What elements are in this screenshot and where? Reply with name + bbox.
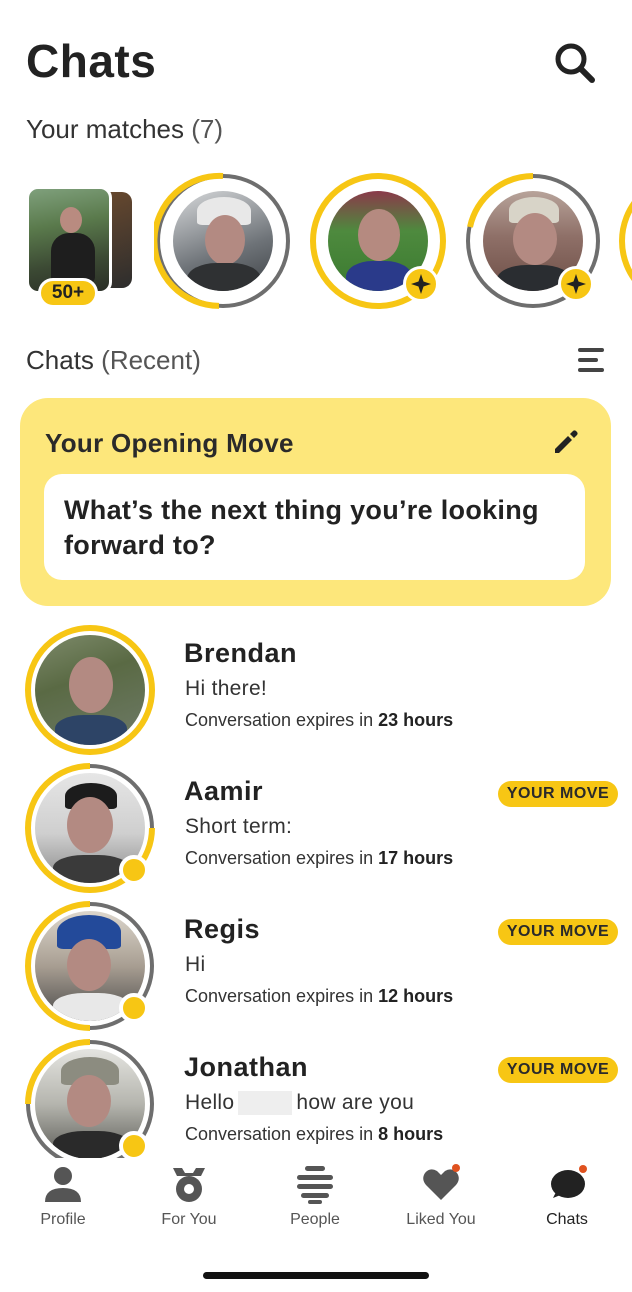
conversation-avatar	[24, 900, 156, 1032]
person-icon	[45, 1167, 81, 1202]
your-move-badge: YOUR MOVE	[498, 919, 618, 945]
match-photo	[173, 191, 273, 291]
your-turn-dot	[119, 993, 149, 1023]
conversation-row[interactable]: Brendan Hi there! Conversation expires i…	[0, 624, 632, 760]
search-button[interactable]	[552, 40, 598, 86]
nav-label: People	[290, 1211, 340, 1228]
nav-label: Chats	[546, 1211, 588, 1228]
matches-label: Your matches	[26, 114, 185, 144]
page-title: Chats	[26, 35, 157, 87]
conversation-row[interactable]: Regis YOUR MOVE Hi Conversation expires …	[0, 900, 632, 1036]
conversation-avatar	[24, 762, 156, 894]
boost-badge	[558, 266, 594, 302]
conversation-row[interactable]: Jonathan YOUR MOVE Hello how are you Conv…	[0, 1038, 632, 1174]
sparkle-icon	[411, 274, 431, 294]
conversation-row[interactable]: Aamir YOUR MOVE Short term: Conversation…	[0, 762, 632, 898]
opening-move-question: What’s the next thing you’re looking for…	[44, 474, 585, 580]
sparkle-icon	[566, 274, 586, 294]
bottom-nav: Profile For You People Liked You Chats	[0, 1158, 632, 1292]
chats-label: Chats	[26, 345, 94, 375]
conversation-last-message: Hello how are you	[185, 1091, 415, 1116]
nav-label: For You	[161, 1211, 217, 1228]
filter-lines-icon	[578, 348, 604, 372]
conversation-name: Jonathan	[184, 1052, 309, 1082]
expiry-ring	[619, 201, 632, 281]
match-avatar-partial[interactable]	[618, 172, 632, 310]
your-move-badge: YOUR MOVE	[498, 781, 618, 807]
chat-bubble-icon	[551, 1165, 587, 1198]
chats-sort-label: (Recent)	[101, 345, 201, 375]
matches-carousel[interactable]: 50+	[0, 170, 632, 310]
conversation-expiry: Conversation expires in 17 hours	[185, 848, 454, 868]
your-turn-dot	[119, 1131, 149, 1161]
your-turn-dot	[119, 855, 149, 885]
conversation-name: Aamir	[184, 776, 264, 806]
filter-button[interactable]	[576, 346, 608, 374]
queue-count-badge: 50+	[38, 278, 98, 308]
nav-liked-you[interactable]: Liked You	[378, 1158, 504, 1248]
nav-label: Liked You	[406, 1211, 476, 1228]
match-queue-stack[interactable]: 50+	[26, 184, 136, 308]
nav-label: Profile	[40, 1211, 86, 1228]
conversation-last-message: Hi	[185, 953, 206, 976]
conversation-last-message: Hi there!	[185, 677, 268, 700]
opening-move-title: Your Opening Move	[45, 428, 294, 458]
conversation-avatar	[24, 1038, 156, 1170]
pencil-icon	[555, 430, 578, 453]
conversation-expiry: Conversation expires in 23 hours	[185, 710, 454, 730]
boost-badge	[403, 266, 439, 302]
edit-opening-move-button[interactable]	[550, 426, 582, 458]
nav-for-you[interactable]: For You	[126, 1158, 252, 1248]
conversation-avatar	[24, 624, 156, 756]
match-avatar[interactable]	[464, 172, 602, 310]
matches-heading: Your matches (7)	[26, 114, 223, 145]
people-icon	[297, 1166, 333, 1204]
header: Chats	[26, 34, 606, 94]
home-indicator	[203, 1272, 429, 1279]
for-you-icon	[173, 1168, 205, 1202]
match-avatar[interactable]	[154, 172, 292, 310]
conversation-name: Regis	[184, 914, 261, 944]
nav-profile[interactable]: Profile	[0, 1158, 126, 1248]
conversation-expiry: Conversation expires in 8 hours	[185, 1124, 444, 1144]
conversation-expiry: Conversation expires in 12 hours	[185, 986, 454, 1006]
match-avatar[interactable]	[309, 172, 447, 310]
conversation-name: Brendan	[184, 638, 298, 668]
nav-chats[interactable]: Chats	[504, 1158, 630, 1248]
conversation-last-message: Short term:	[185, 815, 293, 838]
opening-move-card[interactable]: Your Opening Move What’s the next thing …	[20, 398, 611, 606]
heart-icon	[423, 1164, 460, 1200]
your-move-badge: YOUR MOVE	[498, 1057, 618, 1083]
chats-heading: Chats (Recent)	[26, 345, 201, 376]
redacted-text	[238, 1091, 293, 1116]
conversation-photo	[35, 635, 145, 745]
matches-count: (7)	[191, 114, 224, 144]
search-icon	[555, 43, 595, 83]
nav-people[interactable]: People	[252, 1158, 378, 1248]
